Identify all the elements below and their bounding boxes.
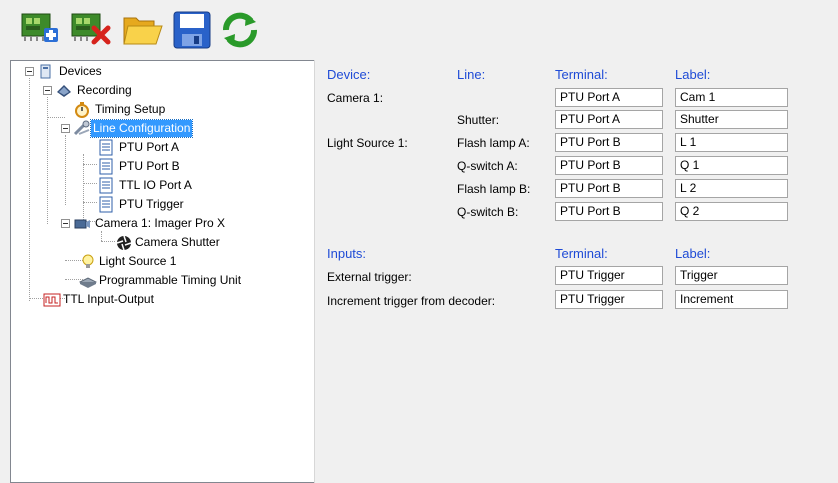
terminal-field[interactable]: PTU Port A [555,110,663,129]
open-folder-icon [123,17,163,45]
header-device: Device: [327,67,371,82]
label-field[interactable]: Trigger [675,266,788,285]
line-name: Q-switch B: [457,205,519,219]
terminal-field[interactable]: PTU Port A [555,88,663,107]
tree-label: TTL IO Port A [119,178,192,192]
label-field[interactable]: L 2 [675,179,788,198]
save-button[interactable] [170,8,214,52]
terminal-field[interactable]: PTU Port B [555,179,663,198]
label-field[interactable]: Q 1 [675,156,788,175]
device-name: Camera 1: [327,91,384,105]
tree-label: TTL Input-Output [63,292,154,306]
collapse-toggle[interactable] [25,67,34,76]
remove-device-icon [71,13,111,45]
label-field[interactable]: L 1 [675,133,788,152]
label-field[interactable]: Q 2 [675,202,788,221]
terminal-field[interactable]: PTU Port B [555,202,663,221]
header-label: Label: [675,67,711,82]
tree-item-ptu-trigger[interactable]: PTU Trigger [11,195,311,214]
header-line: Line: [457,67,486,82]
tree-label: PTU Port B [119,159,180,173]
add-device-button[interactable] [18,8,62,52]
line-name: Shutter: [457,113,500,127]
tree-label: Camera 1: Imager Pro X [95,216,226,230]
timing-unit-icon [79,277,97,288]
stopwatch-icon [75,102,89,118]
label-field[interactable]: Increment [675,290,788,309]
tree-item-light-source-1[interactable]: Light Source 1 [11,252,311,271]
label-field[interactable]: Shutter [675,110,788,129]
tree-item-ttl-input-output[interactable]: TTL Input-Output [11,290,311,309]
tree-item-ptu[interactable]: Programmable Timing Unit [11,271,311,290]
collapse-toggle[interactable] [61,219,70,228]
tree-label: Line Configuration [89,119,194,138]
tree-item-recording[interactable]: Recording [11,81,311,100]
tree-item-timing-setup[interactable]: Timing Setup [11,100,311,119]
tree-label: Timing Setup [95,102,166,116]
line-name: Flash lamp B: [457,182,531,196]
camera-icon [74,219,90,229]
header-inputs-terminal: Terminal: [555,246,608,261]
shutter-icon [116,235,132,251]
tree-item-ttl-io-port-a[interactable]: TTL IO Port A [11,176,311,195]
port-document-icon [99,177,113,194]
tree-item-ptu-port-b[interactable]: PTU Port B [11,157,311,176]
header-terminal: Terminal: [555,67,608,82]
device-tree[interactable]: Devices Recording Timing Setup Line Conf… [10,60,315,483]
ttl-pulse-icon [43,293,61,307]
remove-device-button[interactable] [68,8,112,52]
tree-label: Devices [59,64,102,78]
port-document-icon [99,139,113,156]
tree-label: Programmable Timing Unit [99,273,242,287]
tree-label: PTU Port A [119,140,180,154]
tree-label: Recording [77,83,132,97]
collapse-toggle[interactable] [43,86,52,95]
line-configuration-panel: Device: Line: Terminal: Label: Camera 1:… [315,60,838,483]
header-inputs: Inputs: [327,246,367,261]
terminal-field[interactable]: PTU Trigger [555,290,663,309]
tree-label: Light Source 1 [99,254,177,268]
refresh-icon [223,12,257,48]
tree-label: Camera Shutter [135,235,220,249]
tree-item-devices[interactable]: Devices [11,62,311,81]
tree-item-camera-1[interactable]: Camera 1: Imager Pro X [11,214,311,233]
tree-item-ptu-port-a[interactable]: PTU Port A [11,138,311,157]
terminal-field[interactable]: PTU Trigger [555,266,663,285]
refresh-button[interactable] [218,8,262,52]
label-field[interactable]: Cam 1 [675,88,788,107]
tree-label: PTU Trigger [119,197,184,211]
input-name: Increment trigger from decoder: [327,294,496,308]
add-device-icon [21,13,58,42]
collapse-toggle[interactable] [61,124,70,133]
device-name: Light Source 1: [327,136,408,150]
save-disk-icon [173,11,211,49]
lightbulb-icon [82,254,94,268]
port-document-icon [99,196,113,213]
tree-item-line-configuration[interactable]: Line Configuration [11,119,311,138]
open-button[interactable] [120,8,164,52]
tree-item-camera-shutter[interactable]: Camera Shutter [11,233,311,252]
port-document-icon [99,158,113,175]
terminal-field[interactable]: PTU Port B [555,133,663,152]
toolbar [0,0,838,60]
input-name: External trigger: [327,270,412,284]
terminal-field[interactable]: PTU Port B [555,156,663,175]
header-inputs-label: Label: [675,246,711,261]
devices-root-icon [40,64,51,79]
line-name: Q-switch A: [457,159,518,173]
line-name: Flash lamp A: [457,136,530,150]
recording-icon [57,85,71,97]
line-config-icon [73,120,90,136]
